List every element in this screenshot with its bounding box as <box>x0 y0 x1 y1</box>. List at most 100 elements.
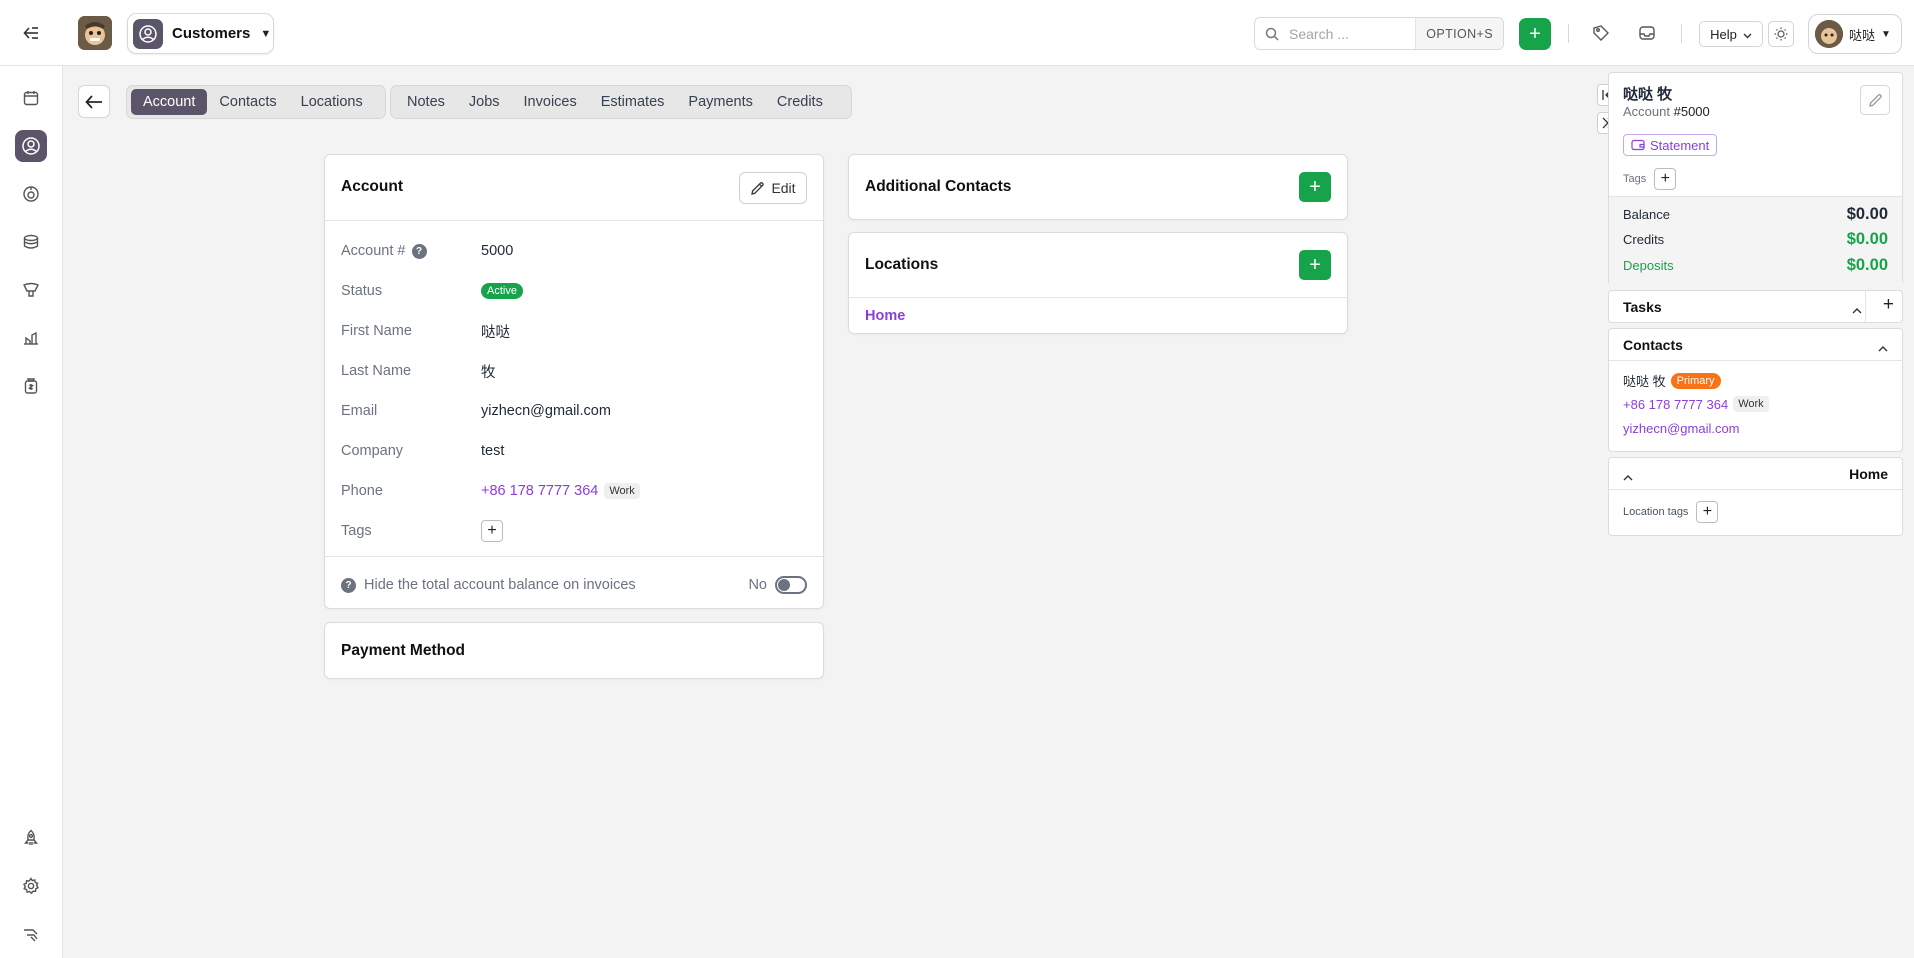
help-icon[interactable]: ? <box>341 577 356 593</box>
module-switcher[interactable]: Customers ▼ <box>127 13 274 54</box>
location-tags-row: Location tags + <box>1623 501 1719 523</box>
inbox-icon[interactable] <box>1636 22 1658 44</box>
edit-customer-icon[interactable] <box>1860 85 1890 115</box>
pencil-icon <box>751 181 765 195</box>
add-button[interactable]: + <box>1519 18 1551 50</box>
hide-balance-toggle[interactable] <box>775 576 807 594</box>
settings-gear-icon[interactable] <box>15 870 47 902</box>
divider <box>1681 24 1682 43</box>
divider <box>1609 489 1902 490</box>
divider <box>325 220 823 221</box>
calendar-icon[interactable] <box>15 82 47 114</box>
collapse-sidebar-icon[interactable] <box>18 20 44 46</box>
chevron-up-icon[interactable] <box>1852 301 1862 318</box>
contact-email-link[interactable]: yizhecn@gmail.com <box>1623 421 1740 436</box>
tasks-panel: Tasks + <box>1608 290 1903 323</box>
dispatch-icon[interactable] <box>15 178 47 210</box>
status-badge: Active <box>481 283 523 299</box>
account-card-title: Account <box>341 178 403 195</box>
last-name-row: Last Name 牧 <box>341 359 807 383</box>
add-tag-button[interactable]: + <box>1654 168 1677 190</box>
marketing-icon[interactable] <box>15 274 47 306</box>
avatar <box>1815 20 1843 48</box>
company-label: Company <box>341 443 404 459</box>
email-link[interactable]: yizhecn@gmail.com <box>481 403 611 419</box>
account-number-value: 5000 <box>481 243 514 259</box>
statement-button[interactable]: Statement <box>1623 134 1718 156</box>
additional-contacts-title: Additional Contacts <box>865 178 1012 195</box>
location-panel: Home Location tags + <box>1608 457 1903 536</box>
app-logo[interactable] <box>78 16 112 50</box>
email-label: Email <box>341 403 378 419</box>
edit-button[interactable]: Edit <box>739 172 807 204</box>
location-link-home[interactable]: Home <box>865 308 905 324</box>
tab-group-secondary: Notes Jobs Invoices Estimates Payments C… <box>390 85 852 119</box>
tab-invoices[interactable]: Invoices <box>512 89 589 115</box>
add-location-button[interactable]: + <box>1299 250 1331 280</box>
divider <box>1865 291 1866 322</box>
customer-name: 哒哒 牧 <box>1623 86 1673 103</box>
user-menu[interactable]: 哒哒 ▼ <box>1808 14 1902 54</box>
tab-payments[interactable]: Payments <box>676 89 764 115</box>
tab-credits[interactable]: Credits <box>765 89 835 115</box>
tab-estimates[interactable]: Estimates <box>589 89 677 115</box>
help-icon[interactable]: ? <box>411 243 427 259</box>
location-tags-label: Location tags <box>1623 506 1689 518</box>
chevron-down-icon: ▼ <box>260 27 272 40</box>
tab-notes[interactable]: Notes <box>395 89 457 115</box>
divider <box>849 297 1347 298</box>
tags-row: Tags + <box>341 519 807 543</box>
credits-label: Credits <box>1623 232 1665 247</box>
search-box[interactable]: Search ... OPTION+S <box>1254 17 1504 50</box>
first-name-value: 哒哒 <box>481 324 510 341</box>
locations-title: Locations <box>865 256 939 273</box>
company-row: Company test <box>341 439 807 463</box>
back-button[interactable] <box>78 85 110 118</box>
first-name-row: First Name 哒哒 <box>341 319 807 343</box>
add-tag-button[interactable]: + <box>481 520 503 542</box>
status-label: Status <box>341 283 383 299</box>
payment-method-title: Payment Method <box>341 642 466 659</box>
phone-link[interactable]: +86 178 7777 364 <box>481 483 598 499</box>
reports-icon[interactable] <box>15 322 47 354</box>
customers-icon[interactable] <box>15 130 47 162</box>
help-label: Help <box>1710 26 1737 42</box>
account-label: Account <box>1623 104 1670 119</box>
tab-account[interactable]: Account <box>131 89 208 115</box>
statement-label: Statement <box>1650 137 1710 153</box>
deposits-label[interactable]: Deposits <box>1623 258 1674 273</box>
tag-icon[interactable] <box>1590 22 1612 44</box>
add-location-tag-button[interactable]: + <box>1696 501 1719 523</box>
locations-card: Locations + Home <box>848 232 1348 334</box>
payment-method-card: Payment Method <box>324 622 824 679</box>
last-name-label: Last Name <box>341 363 412 379</box>
balance-amount: $0.00 <box>1846 205 1888 223</box>
tab-locations[interactable]: Locations <box>289 89 375 115</box>
divider <box>1568 24 1569 43</box>
integrations-icon[interactable] <box>15 918 47 950</box>
last-name-value: 牧 <box>481 364 496 381</box>
theme-toggle-icon[interactable] <box>1768 21 1794 47</box>
help-button[interactable]: Help <box>1699 21 1763 47</box>
search-icon <box>1265 26 1281 42</box>
account-card: Account Edit Account #? 5000 Status Acti… <box>324 154 824 609</box>
credits-amount: $0.00 <box>1846 230 1888 248</box>
rocket-icon[interactable] <box>15 822 47 854</box>
tab-contacts[interactable]: Contacts <box>207 89 288 115</box>
chevron-up-icon[interactable] <box>1623 468 1633 485</box>
chevron-up-icon[interactable] <box>1878 339 1888 356</box>
contact-phone-link[interactable]: +86 178 7777 364 <box>1623 397 1728 412</box>
hide-balance-row: ? Hide the total account balance on invo… <box>341 573 807 597</box>
chevron-down-icon: ▼ <box>1881 28 1891 40</box>
search-input[interactable]: Search ... <box>1289 26 1415 42</box>
customer-summary-panel: 哒哒 牧 Account #5000 Statement Tags + Bala… <box>1608 72 1903 285</box>
account-number-label: Account # <box>341 243 406 259</box>
add-task-button[interactable]: + <box>1883 294 1894 316</box>
money-bag-icon[interactable] <box>15 370 47 402</box>
tab-jobs[interactable]: Jobs <box>457 89 512 115</box>
hide-balance-label: Hide the total account balance on invoic… <box>364 577 636 593</box>
tab-group-primary: Account Contacts Locations <box>126 85 386 119</box>
top-bar: Customers ▼ Search ... OPTION+S + Help 哒… <box>0 0 1914 66</box>
add-contact-button[interactable]: + <box>1299 172 1331 202</box>
database-icon[interactable] <box>15 226 47 258</box>
